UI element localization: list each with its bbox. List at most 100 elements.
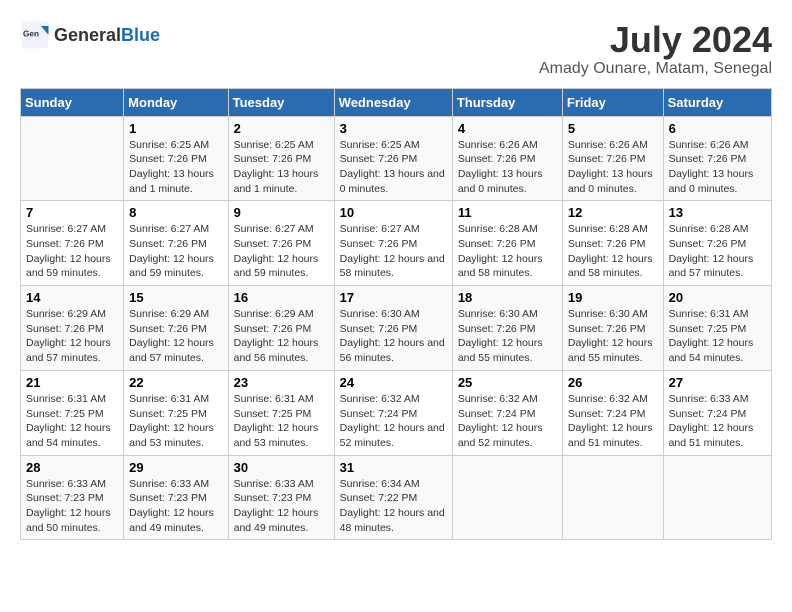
day-info: Sunrise: 6:30 AMSunset: 7:26 PMDaylight:… xyxy=(568,307,658,366)
day-info: Sunrise: 6:28 AMSunset: 7:26 PMDaylight:… xyxy=(458,222,557,281)
calendar-cell: 18 Sunrise: 6:30 AMSunset: 7:26 PMDayligh… xyxy=(452,286,562,371)
logo-blue: Blue xyxy=(121,25,160,45)
header-monday: Monday xyxy=(124,88,228,116)
calendar-header-row: SundayMondayTuesdayWednesdayThursdayFrid… xyxy=(21,88,772,116)
day-info: Sunrise: 6:30 AMSunset: 7:26 PMDaylight:… xyxy=(458,307,557,366)
logo-general: General xyxy=(54,25,121,45)
calendar-cell xyxy=(663,455,771,540)
calendar-cell: 20 Sunrise: 6:31 AMSunset: 7:25 PMDayligh… xyxy=(663,286,771,371)
calendar-cell: 14Sunrise: 6:29 AMSunset: 7:26 PMDayligh… xyxy=(21,286,124,371)
calendar-cell: 26Sunrise: 6:32 AMSunset: 7:24 PMDayligh… xyxy=(562,370,663,455)
day-info: Sunrise: 6:28 AMSunset: 7:26 PMDaylight:… xyxy=(669,222,766,281)
day-number: 29 xyxy=(129,460,222,475)
calendar-cell: 27 Sunrise: 6:33 AMSunset: 7:24 PMDayligh… xyxy=(663,370,771,455)
day-info: Sunrise: 6:29 AMSunset: 7:26 PMDaylight:… xyxy=(234,307,329,366)
day-number: 5 xyxy=(568,121,658,136)
calendar-cell: 21Sunrise: 6:31 AMSunset: 7:25 PMDayligh… xyxy=(21,370,124,455)
logo-container: Gen GeneralBlue xyxy=(20,20,160,50)
day-number: 12 xyxy=(568,205,658,220)
day-number: 15 xyxy=(129,290,222,305)
day-info: Sunrise: 6:33 AMSunset: 7:23 PMDaylight:… xyxy=(234,477,329,536)
title-area: July 2024 Amady Ounare, Matam, Senegal xyxy=(539,20,772,78)
day-number: 16 xyxy=(234,290,329,305)
day-info: Sunrise: 6:27 AMSunset: 7:26 PMDaylight:… xyxy=(234,222,329,281)
day-number: 17 xyxy=(340,290,447,305)
day-info: Sunrise: 6:31 AMSunset: 7:25 PMDaylight:… xyxy=(26,392,118,451)
day-number: 19 xyxy=(568,290,658,305)
day-number: 26 xyxy=(568,375,658,390)
day-number: 3 xyxy=(340,121,447,136)
general-blue-icon: Gen xyxy=(20,20,50,50)
day-number: 7 xyxy=(26,205,118,220)
calendar-cell: 10 Sunrise: 6:27 AMSunset: 7:26 PMDayligh… xyxy=(334,201,452,286)
day-info: Sunrise: 6:29 AMSunset: 7:26 PMDaylight:… xyxy=(129,307,222,366)
calendar-week-row: 14Sunrise: 6:29 AMSunset: 7:26 PMDayligh… xyxy=(21,286,772,371)
logo: Gen GeneralBlue xyxy=(20,20,160,50)
calendar-cell: 24 Sunrise: 6:32 AMSunset: 7:24 PMDayligh… xyxy=(334,370,452,455)
calendar-cell: 28Sunrise: 6:33 AMSunset: 7:23 PMDayligh… xyxy=(21,455,124,540)
day-info: Sunrise: 6:26 AMSunset: 7:26 PMDaylight:… xyxy=(568,138,658,197)
day-info: Sunrise: 6:27 AMSunset: 7:26 PMDaylight:… xyxy=(129,222,222,281)
calendar-cell: 22Sunrise: 6:31 AMSunset: 7:25 PMDayligh… xyxy=(124,370,228,455)
calendar-cell: 5 Sunrise: 6:26 AMSunset: 7:26 PMDaylight… xyxy=(562,116,663,201)
day-number: 8 xyxy=(129,205,222,220)
calendar-cell: 31Sunrise: 6:34 AMSunset: 7:22 PMDayligh… xyxy=(334,455,452,540)
day-number: 20 xyxy=(669,290,766,305)
calendar-week-row: 28Sunrise: 6:33 AMSunset: 7:23 PMDayligh… xyxy=(21,455,772,540)
day-info: Sunrise: 6:29 AMSunset: 7:26 PMDaylight:… xyxy=(26,307,118,366)
day-number: 31 xyxy=(340,460,447,475)
page-header: Gen GeneralBlue July 2024 Amady Ounare, … xyxy=(20,20,772,78)
day-info: Sunrise: 6:31 AMSunset: 7:25 PMDaylight:… xyxy=(669,307,766,366)
main-title: July 2024 xyxy=(539,20,772,60)
calendar-cell: 15 Sunrise: 6:29 AMSunset: 7:26 PMDayligh… xyxy=(124,286,228,371)
calendar-cell xyxy=(452,455,562,540)
day-info: Sunrise: 6:32 AMSunset: 7:24 PMDaylight:… xyxy=(458,392,557,451)
subtitle: Amady Ounare, Matam, Senegal xyxy=(539,60,772,78)
calendar-cell xyxy=(562,455,663,540)
logo-text: GeneralBlue xyxy=(54,25,160,46)
calendar-cell: 11 Sunrise: 6:28 AMSunset: 7:26 PMDayligh… xyxy=(452,201,562,286)
day-number: 6 xyxy=(669,121,766,136)
day-number: 25 xyxy=(458,375,557,390)
day-info: Sunrise: 6:26 AMSunset: 7:26 PMDaylight:… xyxy=(669,138,766,197)
day-info: Sunrise: 6:25 AMSunset: 7:26 PMDaylight:… xyxy=(340,138,447,197)
calendar-cell xyxy=(21,116,124,201)
day-info: Sunrise: 6:33 AMSunset: 7:23 PMDaylight:… xyxy=(129,477,222,536)
calendar-cell: 23Sunrise: 6:31 AMSunset: 7:25 PMDayligh… xyxy=(228,370,334,455)
day-info: Sunrise: 6:33 AMSunset: 7:23 PMDaylight:… xyxy=(26,477,118,536)
day-info: Sunrise: 6:27 AMSunset: 7:26 PMDaylight:… xyxy=(340,222,447,281)
day-number: 1 xyxy=(129,121,222,136)
calendar-cell: 25 Sunrise: 6:32 AMSunset: 7:24 PMDayligh… xyxy=(452,370,562,455)
day-info: Sunrise: 6:31 AMSunset: 7:25 PMDaylight:… xyxy=(129,392,222,451)
day-info: Sunrise: 6:25 AMSunset: 7:26 PMDaylight:… xyxy=(129,138,222,197)
calendar-cell: 9Sunrise: 6:27 AMSunset: 7:26 PMDaylight… xyxy=(228,201,334,286)
calendar-cell: 7Sunrise: 6:27 AMSunset: 7:26 PMDaylight… xyxy=(21,201,124,286)
calendar-week-row: 1 Sunrise: 6:25 AMSunset: 7:26 PMDaylight… xyxy=(21,116,772,201)
header-thursday: Thursday xyxy=(452,88,562,116)
day-info: Sunrise: 6:28 AMSunset: 7:26 PMDaylight:… xyxy=(568,222,658,281)
day-number: 23 xyxy=(234,375,329,390)
header-tuesday: Tuesday xyxy=(228,88,334,116)
calendar-cell: 13 Sunrise: 6:28 AMSunset: 7:26 PMDayligh… xyxy=(663,201,771,286)
day-number: 18 xyxy=(458,290,557,305)
day-info: Sunrise: 6:33 AMSunset: 7:24 PMDaylight:… xyxy=(669,392,766,451)
header-friday: Friday xyxy=(562,88,663,116)
calendar-cell: 16 Sunrise: 6:29 AMSunset: 7:26 PMDayligh… xyxy=(228,286,334,371)
calendar-cell: 12 Sunrise: 6:28 AMSunset: 7:26 PMDayligh… xyxy=(562,201,663,286)
calendar-cell: 6 Sunrise: 6:26 AMSunset: 7:26 PMDaylight… xyxy=(663,116,771,201)
svg-text:Gen: Gen xyxy=(23,30,39,39)
calendar-cell: 2Sunrise: 6:25 AMSunset: 7:26 PMDaylight… xyxy=(228,116,334,201)
day-info: Sunrise: 6:32 AMSunset: 7:24 PMDaylight:… xyxy=(340,392,447,451)
calendar-cell: 29 Sunrise: 6:33 AMSunset: 7:23 PMDayligh… xyxy=(124,455,228,540)
header-saturday: Saturday xyxy=(663,88,771,116)
day-number: 27 xyxy=(669,375,766,390)
day-number: 13 xyxy=(669,205,766,220)
calendar-cell: 1 Sunrise: 6:25 AMSunset: 7:26 PMDaylight… xyxy=(124,116,228,201)
calendar-cell: 17Sunrise: 6:30 AMSunset: 7:26 PMDayligh… xyxy=(334,286,452,371)
day-number: 4 xyxy=(458,121,557,136)
day-number: 24 xyxy=(340,375,447,390)
day-number: 11 xyxy=(458,205,557,220)
day-info: Sunrise: 6:25 AMSunset: 7:26 PMDaylight:… xyxy=(234,138,329,197)
day-number: 10 xyxy=(340,205,447,220)
calendar-table: SundayMondayTuesdayWednesdayThursdayFrid… xyxy=(20,88,772,541)
